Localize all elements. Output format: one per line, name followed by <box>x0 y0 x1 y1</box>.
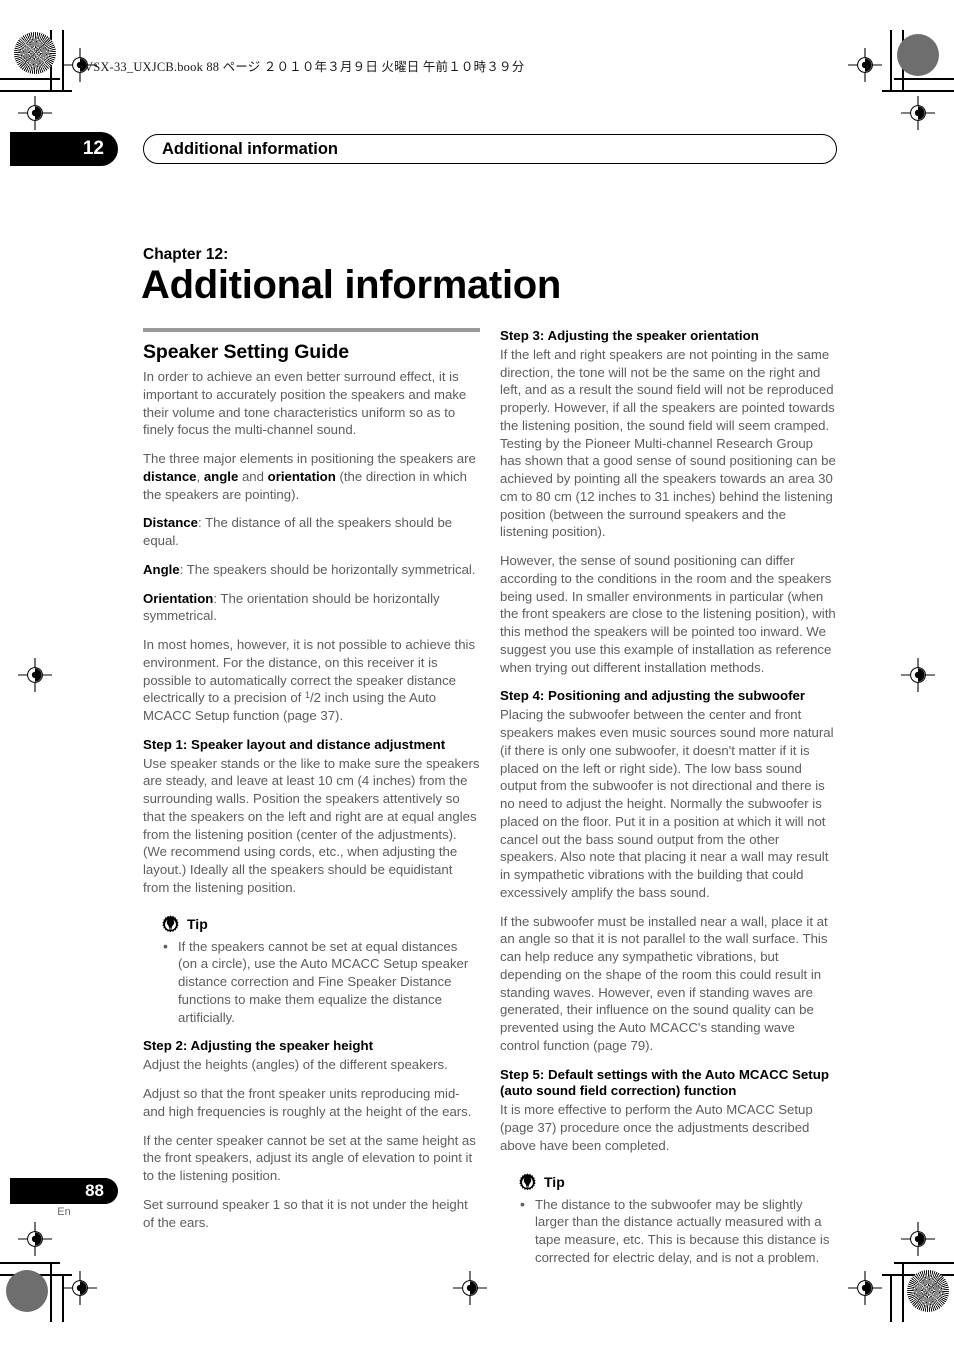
tip-label: Tip <box>544 1174 565 1190</box>
tip-block-left: Tip If the speakers cannot be set at equ… <box>143 914 480 1027</box>
registration-mark <box>848 48 882 82</box>
paragraph-step-4-b: If the subwoofer must be installed near … <box>500 913 828 1053</box>
tip-block-right: Tip The distance to the subwoofer may be… <box>500 1172 837 1267</box>
paragraph-step-1: Use speaker stands or the like to make s… <box>143 755 480 895</box>
paragraph-step-5-a: It is more effective to perform the Auto… <box>500 1102 813 1153</box>
gear-lightbulb-icon <box>161 914 180 934</box>
registration-mark <box>453 1271 487 1305</box>
paragraph-angle: Angle: The speakers should be horizontal… <box>143 561 480 579</box>
chapter-label: Chapter 12: <box>143 246 229 263</box>
tip-list: If the speakers cannot be set at equal d… <box>143 937 480 1027</box>
paragraph-step-2-a: Adjust the heights (angles) of the diffe… <box>143 1057 448 1073</box>
star-target-mark <box>907 1270 949 1312</box>
registration-mark <box>901 1222 935 1256</box>
section-heading-speaker-setting-guide: Speaker Setting Guide <box>143 341 349 363</box>
registration-mark <box>848 1271 882 1305</box>
crop-line <box>62 1274 64 1322</box>
running-header-title-box: Additional information <box>143 134 837 164</box>
crop-line <box>0 90 72 92</box>
star-target-mark <box>14 32 56 74</box>
heading-step-1: Step 1: Speaker layout and distance adju… <box>143 736 446 752</box>
tip-list-item: If the speakers cannot be set at equal d… <box>161 937 480 1027</box>
paragraph-step-3-a: If the left and right speakers are not p… <box>500 346 836 540</box>
page-number-pill: 88 <box>10 1178 118 1204</box>
registration-mark <box>901 658 935 692</box>
crop-line <box>890 30 892 90</box>
intro-2-sep-2: and <box>238 468 268 484</box>
paragraph-intro-2: The three major elements in positioning … <box>143 450 480 503</box>
page-language-code: En <box>57 1206 71 1218</box>
paragraph-step-2-b: Adjust so that the front speaker units r… <box>143 1086 472 1119</box>
crop-line <box>50 30 52 90</box>
crop-line <box>894 78 954 80</box>
section-rule <box>143 328 480 332</box>
crop-line <box>894 1262 954 1264</box>
crop-line <box>0 1262 60 1264</box>
crop-line <box>902 30 904 90</box>
paragraph-intro-1: In order to achieve an even better surro… <box>143 369 467 438</box>
term-orientation: Orientation <box>143 590 214 606</box>
term-angle: Angle <box>143 561 180 577</box>
registration-mark <box>18 1222 52 1256</box>
gear-lightbulb-icon <box>518 1172 537 1192</box>
crop-line <box>882 1274 954 1276</box>
term-angle-body: : The speakers should be horizontally sy… <box>179 561 476 577</box>
fraction-denominator: /2 <box>310 690 322 706</box>
running-header-title: Additional information <box>162 139 338 158</box>
term-angle-inline: angle <box>203 468 239 484</box>
running-header-chapter-number: 12 <box>82 138 104 159</box>
tip-header: Tip <box>143 914 480 934</box>
intro-2-lead: The three major elements in positioning … <box>143 451 476 466</box>
paragraph-orientation: Orientation: The orientation should be h… <box>143 590 480 626</box>
term-orientation-inline: orientation <box>267 468 336 484</box>
paragraph-step-4-a: Placing the subwoofer between the center… <box>500 707 834 900</box>
term-distance-inline: distance <box>143 468 197 484</box>
paragraph-distance: Distance: The distance of all the speake… <box>143 514 480 550</box>
tip-list: The distance to the subwoofer may be sli… <box>500 1195 837 1267</box>
crop-line <box>62 30 64 90</box>
heading-step-5: Step 5: Default settings with the Auto M… <box>500 1066 829 1099</box>
crop-line <box>0 1274 72 1276</box>
term-distance: Distance <box>143 515 198 531</box>
heading-step-3: Step 3: Adjusting the speaker orientatio… <box>500 328 759 343</box>
registration-mark <box>18 658 52 692</box>
page-title: Additional information <box>141 263 562 307</box>
crop-line <box>902 1262 904 1322</box>
paragraph-precision: In most homes, however, it is not possib… <box>143 636 480 725</box>
paragraph-step-2-d: Set surround speaker 1 so that it is not… <box>143 1196 468 1230</box>
crop-line <box>890 1274 892 1322</box>
paragraph-step-3-b: However, the sense of sound positioning … <box>500 553 836 675</box>
crop-line <box>882 90 954 92</box>
left-column: Speaker Setting Guide In order to achiev… <box>143 328 480 1231</box>
heading-step-4: Step 4: Positioning and adjusting the su… <box>500 688 806 704</box>
page-number: 88 <box>85 1181 104 1200</box>
tip-header: Tip <box>500 1172 837 1192</box>
tip-label: Tip <box>187 916 208 933</box>
running-header-chapter-tab: 12 <box>10 132 118 166</box>
density-target-mark <box>6 1270 48 1312</box>
crop-line <box>0 78 60 80</box>
book-file-meta-line: VSX-33_UXJCB.book 88 ページ ２０１０年３月９日 火曜日 午… <box>84 60 525 74</box>
paragraph-step-2-c: If the center speaker cannot be set at t… <box>143 1132 476 1184</box>
registration-mark <box>901 96 935 130</box>
registration-mark <box>18 96 52 130</box>
tip-list-item: The distance to the subwoofer may be sli… <box>518 1195 837 1267</box>
intro-2-sep-1: , <box>196 468 204 484</box>
registration-mark <box>63 1271 97 1305</box>
density-target-mark <box>897 34 939 76</box>
crop-line <box>50 1262 52 1322</box>
right-column: Step 3: Adjusting the speaker orientatio… <box>500 328 837 1269</box>
heading-step-2: Step 2: Adjusting the speaker height <box>143 1038 374 1054</box>
